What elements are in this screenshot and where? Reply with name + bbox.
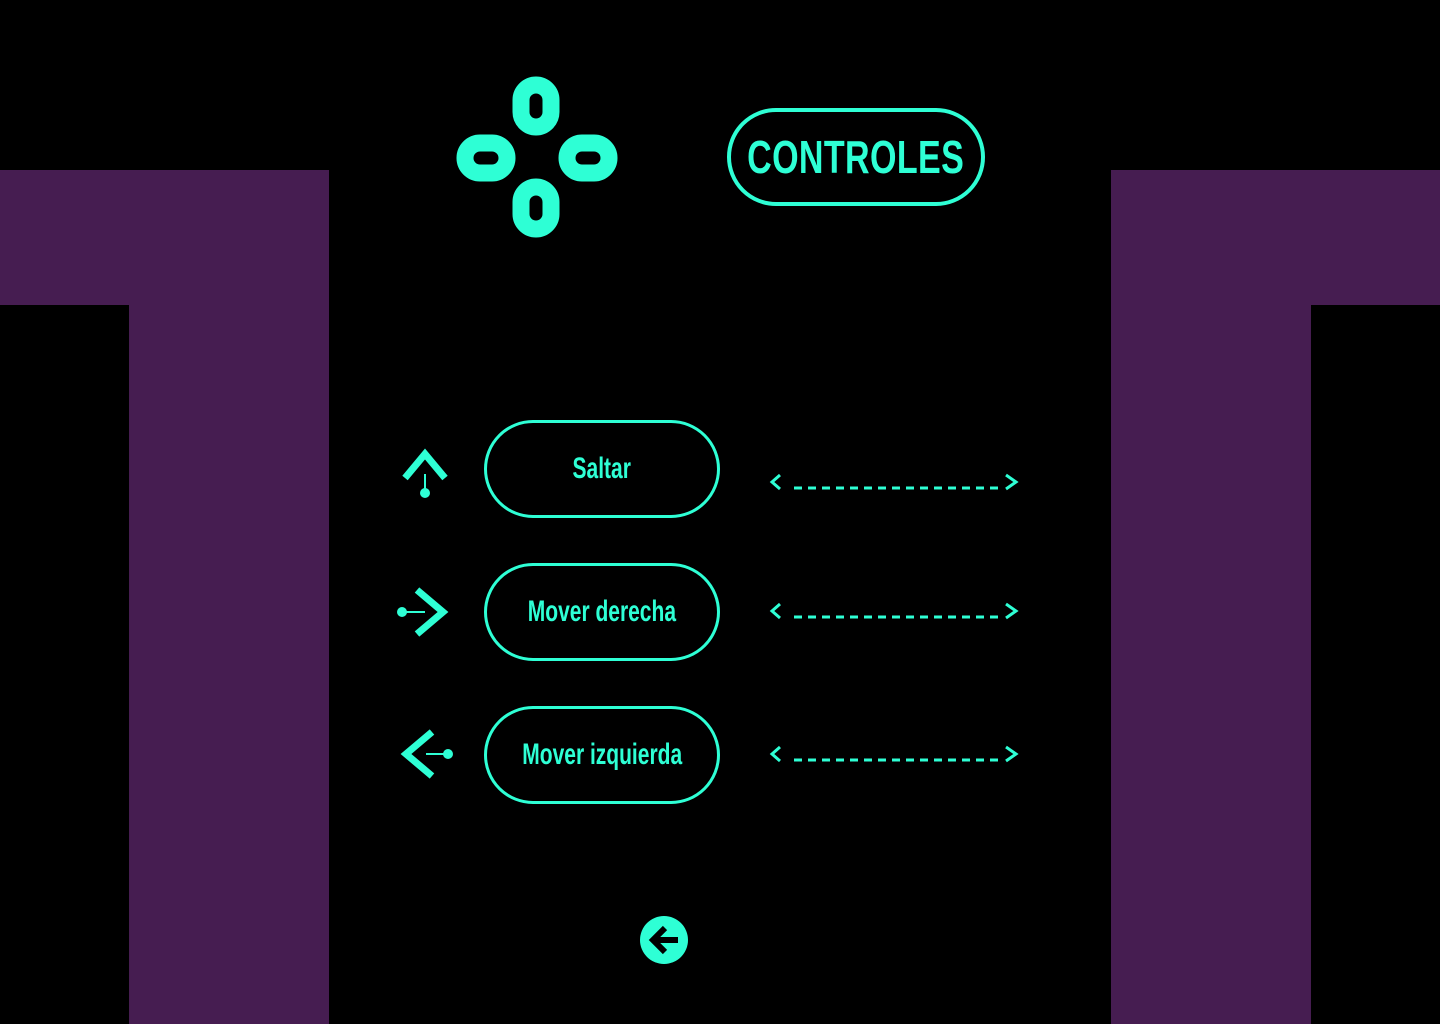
move-left-control-button[interactable]: Mover izquierda bbox=[484, 706, 720, 804]
right-decoration-column bbox=[1111, 305, 1311, 1024]
page-title-badge: CONTROLES bbox=[727, 108, 985, 206]
move-right-key-slot[interactable] bbox=[766, 596, 1024, 626]
back-arrow-circle-icon bbox=[640, 916, 688, 964]
right-decoration-top bbox=[1111, 170, 1440, 305]
move-right-control-button[interactable]: Mover derecha bbox=[484, 563, 720, 661]
jump-key-slot[interactable] bbox=[766, 467, 1024, 497]
jump-control-label: Saltar bbox=[572, 452, 632, 485]
gamepad-dpad-icon bbox=[450, 72, 622, 244]
arrow-up-icon bbox=[393, 436, 457, 500]
move-left-key-slot[interactable] bbox=[766, 739, 1024, 769]
left-decoration-top bbox=[0, 170, 329, 305]
left-decoration-column bbox=[129, 305, 329, 1024]
arrow-right-icon bbox=[393, 580, 457, 644]
jump-control-button[interactable]: Saltar bbox=[484, 420, 720, 518]
arrow-left-icon bbox=[396, 722, 460, 786]
back-button[interactable] bbox=[638, 914, 690, 966]
move-right-control-label: Mover derecha bbox=[527, 595, 677, 628]
move-left-control-label: Mover izquierda bbox=[522, 738, 682, 771]
page-title: CONTROLES bbox=[747, 131, 965, 183]
